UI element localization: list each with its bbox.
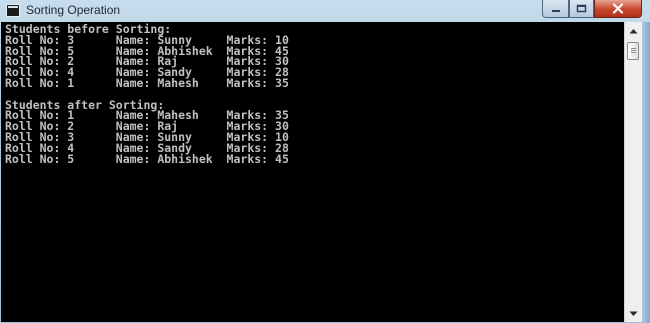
console-text: Students before Sorting: Roll No: 3 Name:…: [5, 23, 289, 166]
console-line: Roll No: 1 Name: Mahesh Marks: 35: [5, 75, 289, 90]
window-frame-right: [642, 22, 650, 323]
window-controls: [542, 0, 646, 19]
minimize-icon: [551, 9, 560, 12]
maximize-icon: [576, 4, 587, 13]
vertical-scrollbar[interactable]: [624, 22, 642, 322]
console-output-area[interactable]: Students before Sorting: Roll No: 3 Name:…: [1, 22, 624, 322]
maximize-button[interactable]: [569, 0, 594, 18]
console-app-icon[interactable]: [6, 4, 20, 17]
close-button[interactable]: [594, 0, 642, 18]
window-title: Sorting Operation: [26, 3, 121, 17]
scroll-up-arrow-icon: [629, 28, 638, 33]
console-window: Sorting Operation Students before Sortin…: [0, 0, 650, 323]
close-icon: [612, 3, 624, 14]
scroll-down-arrow-icon: [629, 311, 638, 316]
scrollbar-thumb[interactable]: [627, 42, 639, 60]
minimize-button[interactable]: [542, 0, 569, 18]
scroll-down-button[interactable]: [625, 305, 642, 322]
scroll-up-button[interactable]: [625, 22, 642, 39]
console-line: Roll No: 5 Name: Abhishek Marks: 45: [5, 151, 289, 166]
title-bar[interactable]: Sorting Operation: [0, 0, 650, 22]
